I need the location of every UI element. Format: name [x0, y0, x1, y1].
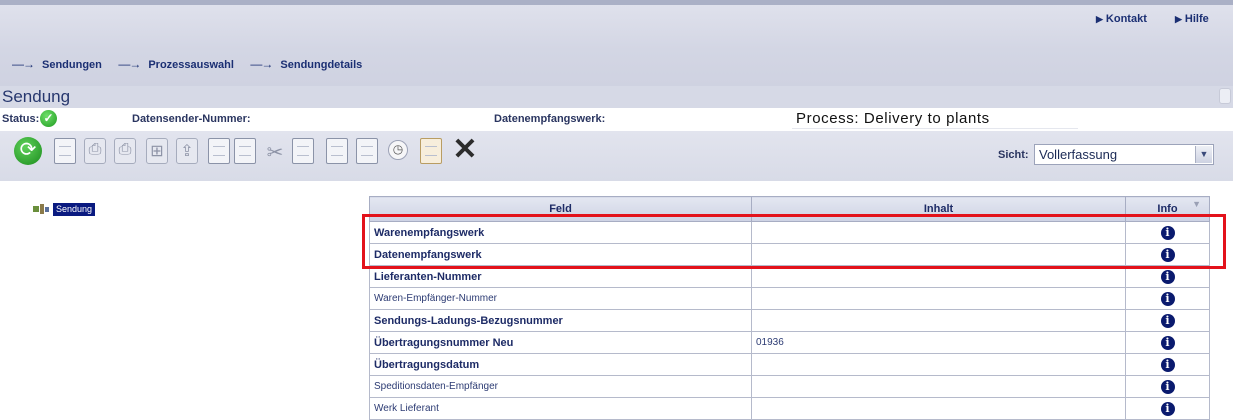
info-cell: i [1125, 243, 1210, 266]
grid-icon[interactable]: ⊞ [146, 138, 168, 164]
document-save-icon[interactable] [356, 138, 378, 164]
clock-icon[interactable]: ◷ [388, 140, 408, 160]
info-cell: i [1125, 375, 1210, 398]
column-header-field[interactable]: Feld [369, 196, 752, 222]
table-row[interactable]: Lieferanten-Nummer i [369, 265, 1210, 288]
section-header: Sendung [0, 86, 1233, 108]
table-row[interactable]: Übertragungsdatum i [369, 353, 1210, 376]
table-row[interactable]: Warenempfangswerk i [369, 221, 1210, 244]
info-icon[interactable]: i [1160, 247, 1175, 262]
table-row[interactable]: Waren-Empfänger-Nummer i [369, 287, 1210, 310]
document-edit-icon[interactable] [292, 138, 314, 164]
info-cell: i [1125, 309, 1210, 332]
info-icon[interactable]: i [1160, 335, 1175, 350]
help-link[interactable]: ▶ Hilfe [1175, 13, 1209, 25]
field-name-cell: Übertragungsnummer Neu [369, 331, 752, 354]
breadcrumb: —→ Sendungen —→ Prozessauswahl —→ Sendungde… [12, 55, 362, 73]
contact-link[interactable]: ▶ Kontakt [1096, 13, 1147, 25]
tree-item-sendung[interactable]: Sendung [53, 203, 96, 216]
new-document-icon[interactable] [54, 138, 76, 164]
column-header-info[interactable]: Info ▼ [1125, 196, 1210, 222]
breadcrumb-label: Sendungen [42, 59, 102, 71]
field-content-cell[interactable]: 01936 [751, 331, 1126, 354]
info-icon[interactable]: i [1160, 357, 1175, 372]
info-cell: i [1125, 287, 1210, 310]
arrow-line-icon: —→ [250, 57, 273, 71]
info-cell: i [1125, 397, 1210, 420]
copy-icon[interactable] [208, 138, 230, 164]
process-indicator: Process: Delivery to plants [792, 109, 1078, 129]
breadcrumb-item-sendungdetails[interactable]: —→ Sendungdetails [250, 57, 363, 71]
field-name-cell: Übertragungsdatum [369, 353, 752, 376]
field-name-cell: Warenempfangswerk [369, 221, 752, 244]
help-link-label: Hilfe [1184, 13, 1209, 25]
info-icon[interactable]: i [1160, 269, 1175, 284]
field-name-cell: Sendungs-Ladungs-Bezugsnummer [369, 309, 752, 332]
info-cell: i [1125, 353, 1210, 376]
info-icon[interactable]: i [1160, 313, 1175, 328]
table-header-row: Feld Inhalt Info ▼ [369, 196, 1210, 222]
contact-link-label: Kontakt [1105, 13, 1147, 25]
check-icon: ✓ [40, 110, 57, 127]
tree-node-icon [33, 204, 49, 214]
refresh-icon[interactable]: ⟳ [14, 137, 42, 165]
status-label: Status: [2, 113, 40, 125]
view-select-value: Vollerfassung [1039, 147, 1118, 162]
field-content-cell[interactable] [751, 309, 1126, 332]
field-name-cell: Speditionsdaten-Empfänger [369, 375, 752, 398]
info-icon[interactable]: i [1160, 379, 1175, 394]
info-icon[interactable]: i [1160, 401, 1175, 416]
breadcrumb-label: Prozessauswahl [148, 59, 234, 71]
sort-icon[interactable]: ▼ [1192, 199, 1201, 209]
view-label: Sicht: [998, 149, 1029, 161]
table-row[interactable]: Übertragungsnummer Neu 01936 i [369, 331, 1210, 354]
field-name-cell: Datenempfangswerk [369, 243, 752, 266]
info-icon[interactable]: i [1160, 225, 1175, 240]
breadcrumb-label: Sendungdetails [280, 59, 363, 71]
arrow-right-icon: ▶ [1175, 14, 1182, 24]
paste-icon[interactable] [234, 138, 256, 164]
table-icon[interactable] [326, 138, 348, 164]
receiver-plant-label: Datenempfangswerk: [494, 113, 606, 125]
scrollbar-thumb[interactable] [1219, 88, 1231, 104]
table-row[interactable]: Datenempfangswerk i [369, 243, 1210, 266]
field-content-cell[interactable] [751, 397, 1126, 420]
delete-icon[interactable]: ✕ [452, 132, 478, 166]
field-content-cell[interactable] [751, 221, 1126, 244]
export-icon[interactable]: ⇪ [176, 138, 198, 164]
cut-icon[interactable]: ✂ [264, 138, 286, 164]
info-cell: i [1125, 331, 1210, 354]
table-row[interactable]: Werk Lieferant i [369, 397, 1210, 420]
field-content-cell[interactable] [751, 243, 1126, 266]
field-name-cell: Werk Lieferant [369, 397, 752, 420]
table-row[interactable]: Sendungs-Ladungs-Bezugsnummer i [369, 309, 1210, 332]
field-content-cell[interactable] [751, 353, 1126, 376]
field-content-cell[interactable] [751, 287, 1126, 310]
field-content-cell[interactable] [751, 375, 1126, 398]
info-cell: i [1125, 265, 1210, 288]
arrow-right-icon: ▶ [1096, 14, 1103, 24]
field-content-cell[interactable] [751, 265, 1126, 288]
view-select[interactable]: Vollerfassung ▼ [1034, 144, 1214, 165]
field-name-cell: Waren-Empfänger-Nummer [369, 287, 752, 310]
info-icon[interactable]: i [1160, 291, 1175, 306]
print-icon[interactable]: ⎙ [84, 138, 106, 164]
chevron-down-icon[interactable]: ▼ [1195, 146, 1212, 163]
header-bar [0, 0, 1233, 86]
column-header-info-label: Info [1157, 203, 1178, 215]
table-row[interactable]: Speditionsdaten-Empfänger i [369, 375, 1210, 398]
breadcrumb-item-prozessauswahl[interactable]: —→ Prozessauswahl [118, 57, 234, 71]
arrow-line-icon: —→ [12, 57, 35, 71]
page-title: Sendung [2, 87, 71, 106]
info-cell: i [1125, 221, 1210, 244]
process-text: Process: Delivery to plants [796, 110, 990, 127]
fields-table: Feld Inhalt Info ▼ Warenempfangswerk i Dat… [369, 196, 1210, 420]
arrow-line-icon: —→ [118, 57, 141, 71]
print-preview-icon[interactable]: ⎙ [114, 138, 136, 164]
sender-number-label: Datensender-Nummer: [132, 113, 251, 125]
forward-icon[interactable] [420, 138, 442, 164]
field-name-cell: Lieferanten-Nummer [369, 265, 752, 288]
breadcrumb-item-sendungen[interactable]: —→ Sendungen [12, 57, 102, 71]
column-header-content[interactable]: Inhalt [751, 196, 1126, 222]
